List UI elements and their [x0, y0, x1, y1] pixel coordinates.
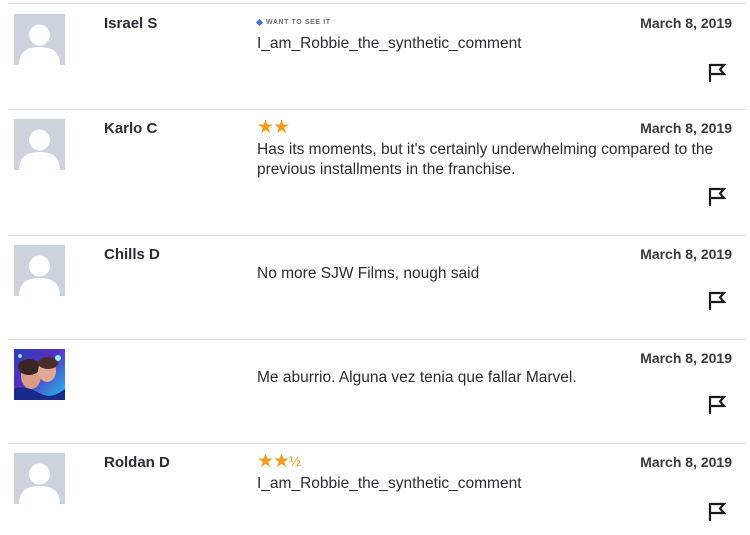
flag-report-button[interactable]: [708, 187, 726, 207]
flag-icon: [708, 291, 726, 310]
review-date: March 8, 2019: [640, 454, 732, 470]
flag-icon: [708, 63, 726, 82]
review-item: Israel S WANT TO SEE IT March 8, 2019 I_…: [0, 4, 750, 109]
flag-report-button[interactable]: [708, 395, 726, 415]
review-comment: No more SJW Films, nough said: [257, 265, 480, 282]
default-avatar-icon[interactable]: [14, 119, 65, 170]
flag-icon: [708, 395, 726, 414]
want-to-see-badge: WANT TO SEE IT: [255, 18, 331, 27]
flag-icon: [708, 187, 726, 206]
reviewer-name[interactable]: Israel S: [104, 15, 157, 32]
review-date: March 8, 2019: [640, 350, 732, 366]
review-date: March 8, 2019: [640, 246, 732, 262]
review-date: March 8, 2019: [640, 120, 732, 136]
review-list: Israel S WANT TO SEE IT March 8, 2019 I_…: [0, 0, 750, 535]
flag-report-button[interactable]: [708, 63, 726, 83]
review-comment: Me aburrio. Alguna vez tenia que fallar …: [257, 369, 577, 386]
review-item: Chills D March 8, 2019 No more SJW Films…: [0, 236, 750, 339]
want-to-see-label: WANT TO SEE IT: [266, 19, 331, 26]
star-rating-value: ★★: [257, 451, 290, 472]
default-avatar-icon[interactable]: [14, 14, 65, 65]
star-rating: ★★: [257, 116, 290, 138]
reviewer-name[interactable]: Chills D: [104, 246, 160, 263]
default-avatar-icon[interactable]: [14, 245, 65, 296]
review-comment: I_am_Robbie_the_synthetic_comment: [257, 475, 522, 492]
star-rating: ★★½: [257, 450, 301, 472]
review-item: Roldan D ★★½ March 8, 2019 I_am_Robbie_t…: [0, 444, 750, 535]
review-comment: Has its moments, but it's certainly unde…: [257, 141, 714, 178]
reviewer-name[interactable]: Karlo C: [104, 120, 157, 137]
star-rating-value: ★★: [257, 117, 290, 138]
flag-icon: [708, 502, 726, 521]
default-avatar-icon[interactable]: [14, 453, 65, 504]
review-comment: I_am_Robbie_the_synthetic_comment: [257, 35, 522, 52]
review-item: Karlo C ★★ March 8, 2019 Has its moments…: [0, 110, 750, 235]
flag-report-button[interactable]: [708, 502, 726, 522]
half-star-icon: ½: [289, 453, 301, 469]
reviewer-name[interactable]: Roldan D: [104, 454, 170, 471]
photo-avatar-icon[interactable]: [14, 349, 65, 400]
flag-report-button[interactable]: [708, 291, 726, 311]
review-date: March 8, 2019: [640, 15, 732, 31]
diamond-icon: [255, 18, 264, 27]
review-item: March 8, 2019 Me aburrio. Alguna vez ten…: [0, 340, 750, 443]
